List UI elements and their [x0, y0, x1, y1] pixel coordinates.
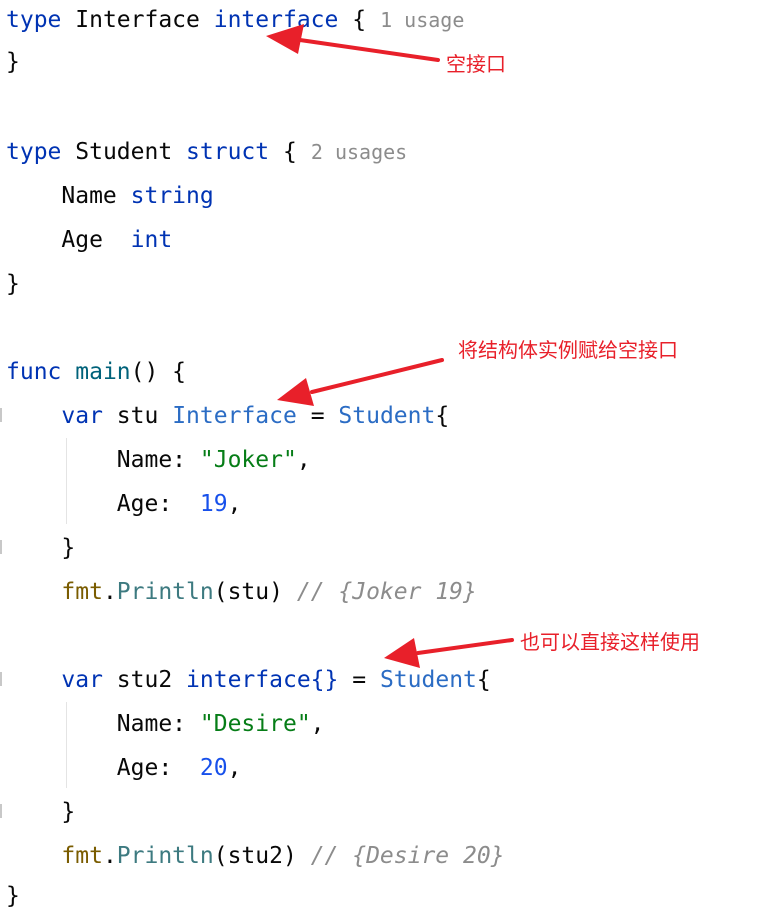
annotation-empty-interface: 空接口	[446, 52, 506, 76]
arrow-empty-interface	[266, 24, 440, 62]
arrow-direct-use	[384, 638, 514, 668]
annotation-assign-struct: 将结构体实例赋给空接口	[458, 338, 678, 362]
annotation-arrows	[266, 24, 514, 668]
arrow-assign-struct	[277, 358, 444, 406]
annotation-direct-use: 也可以直接这样使用	[520, 630, 700, 654]
